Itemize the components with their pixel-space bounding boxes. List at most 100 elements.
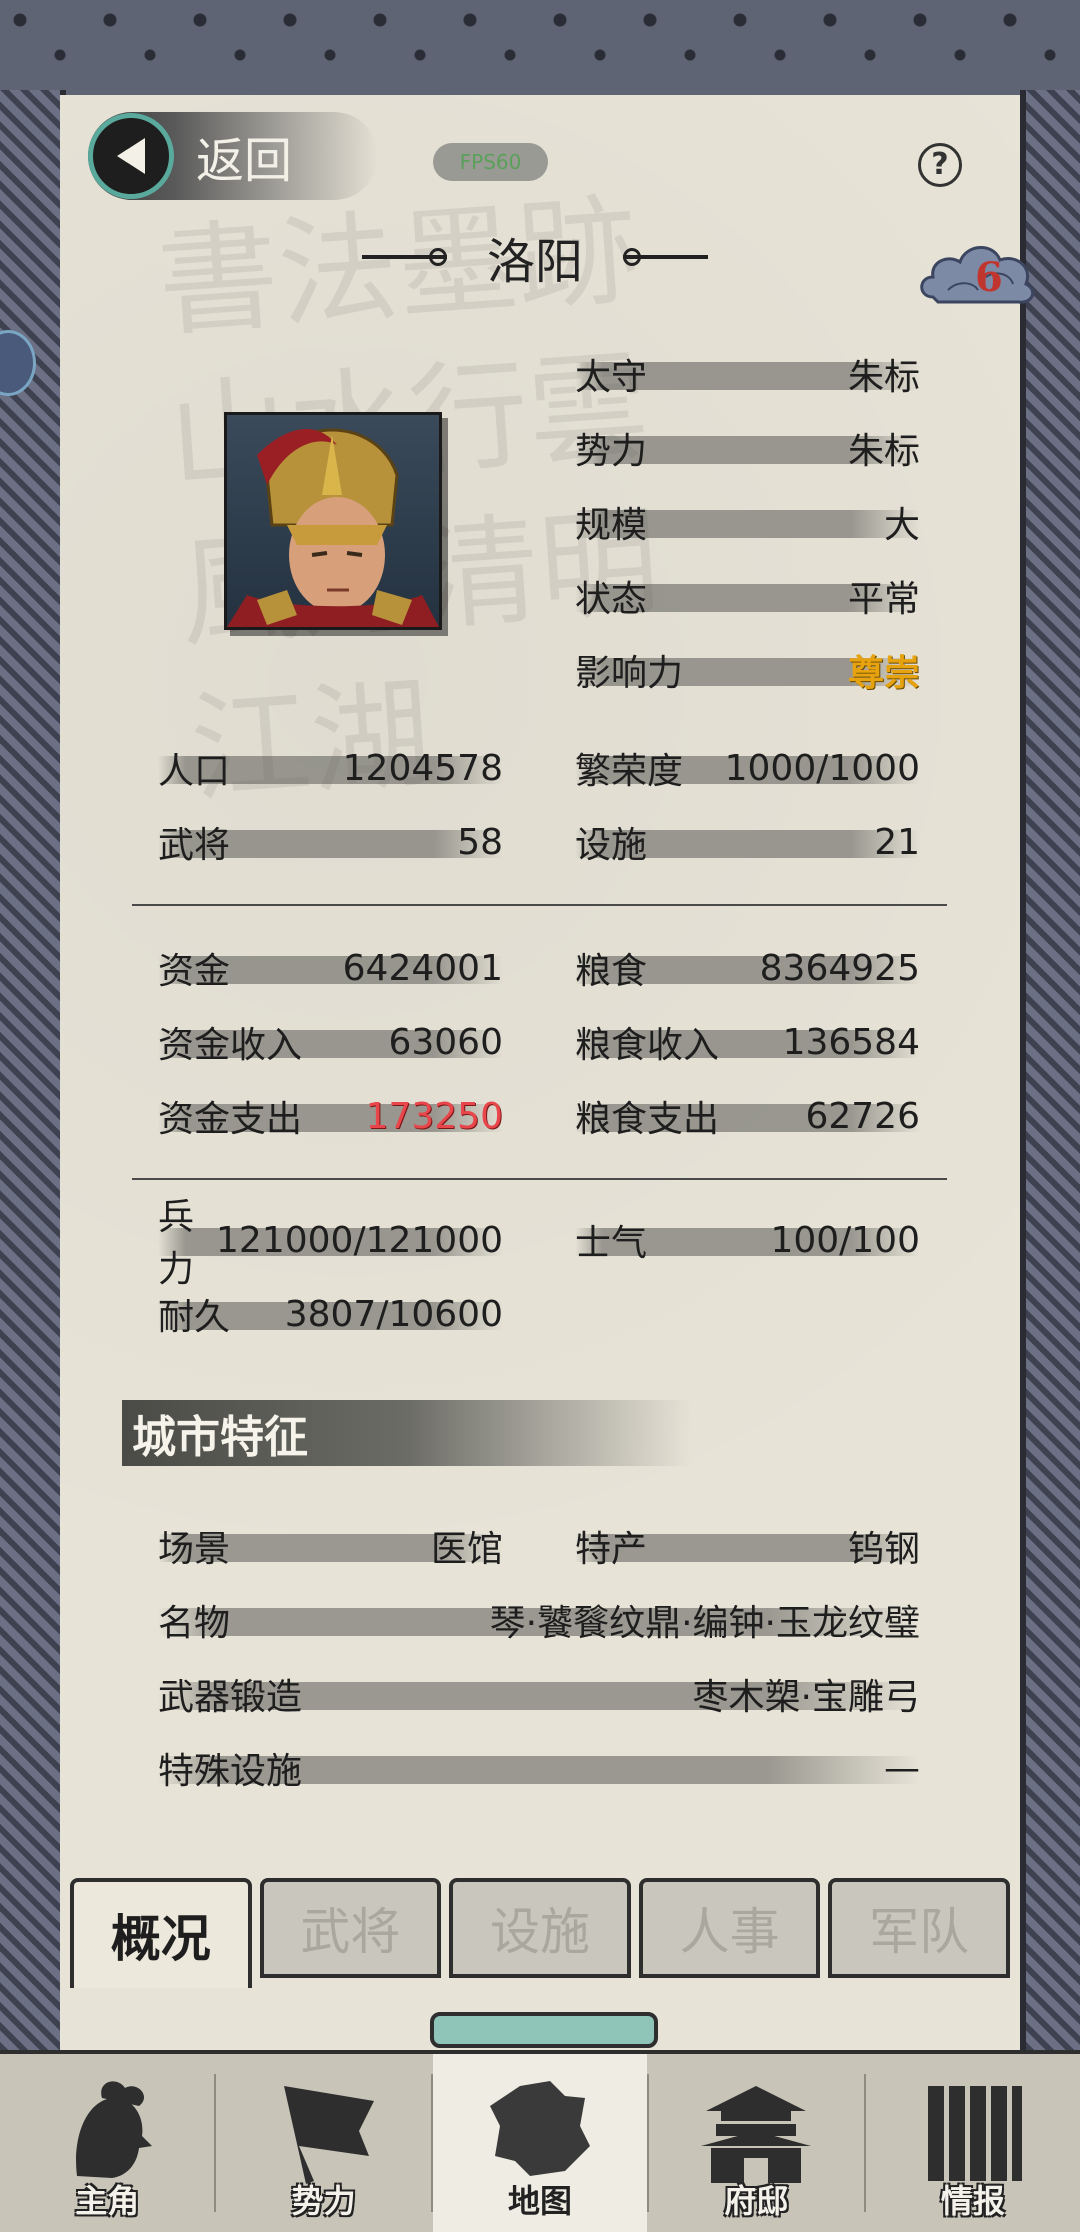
food-income-row: 粮食收入 136584 xyxy=(575,1016,920,1068)
food-row: 粮食 8364925 xyxy=(575,942,920,994)
row-value: 枣木槊·宝雕弓 xyxy=(692,1677,920,1718)
row-value: 朱标 xyxy=(847,431,920,472)
general-helmet-icon xyxy=(227,428,439,627)
row-label: 资金收入 xyxy=(158,1025,303,1066)
row-label: 武器锻造 xyxy=(158,1677,303,1718)
nav-intel[interactable]: 情报 xyxy=(866,2054,1080,2232)
back-label: 返回 xyxy=(196,133,293,189)
row-value: 136584 xyxy=(782,1021,920,1063)
row-value: 8364925 xyxy=(759,947,920,989)
row-label: 名物 xyxy=(158,1603,231,1644)
nav-protagonist[interactable]: 主角 xyxy=(0,2054,214,2232)
city-features-header: 城市特征 xyxy=(122,1400,692,1466)
row-label: 势力 xyxy=(575,431,648,472)
row-label: 兵力 xyxy=(158,1197,195,1290)
nav-label: 势力 xyxy=(291,2182,356,2220)
influence-row: 影响力 尊崇 xyxy=(575,644,920,696)
scale-row: 规模 大 xyxy=(575,496,920,548)
row-label: 人口 xyxy=(158,751,231,792)
row-value: 6424001 xyxy=(342,947,503,989)
row-value: 1204578 xyxy=(342,747,503,789)
row-label: 特产 xyxy=(575,1529,648,1570)
nav-label: 主角 xyxy=(75,2182,140,2220)
tab-personnel[interactable]: 人事 xyxy=(638,1878,821,1978)
morale-row: 士气 100/100 xyxy=(575,1214,920,1266)
food-expense-row: 粮食支出 62726 xyxy=(575,1090,920,1142)
row-label: 粮食支出 xyxy=(575,1099,720,1140)
governor-portrait[interactable] xyxy=(224,412,442,630)
scene-row: 场景 医馆 xyxy=(158,1520,503,1572)
troops-row: 兵力 121000/121000 xyxy=(158,1197,503,1290)
nav-label: 府邸 xyxy=(724,2182,789,2220)
bottom-navigation: 主角 势力 地图 府邸 情报 xyxy=(0,2050,1080,2232)
row-value: 63060 xyxy=(388,1021,503,1063)
tab-facilities[interactable]: 设施 xyxy=(449,1878,631,1978)
row-value: 62726 xyxy=(805,1095,920,1137)
row-label: 状态 xyxy=(575,579,648,620)
special-facility-row: 特殊设施 — xyxy=(158,1742,920,1794)
funds-expense-row: 资金支出 173250 xyxy=(158,1090,503,1142)
influence-value: 尊崇 xyxy=(847,653,920,694)
nav-label: 情报 xyxy=(940,2182,1005,2220)
tab-overview[interactable]: 概况 xyxy=(70,1878,252,1988)
governor-row: 太守 朱标 xyxy=(575,348,920,400)
back-arrow-icon xyxy=(88,113,174,199)
row-value: 钨钢 xyxy=(847,1529,920,1570)
row-value: 58 xyxy=(457,821,503,863)
nav-mansion[interactable]: 府邸 xyxy=(649,2054,863,2232)
cloud-badge[interactable]: 6 xyxy=(918,232,1038,317)
row-value: 3807/10600 xyxy=(284,1293,503,1335)
prosperity-row: 繁荣度 1000/1000 xyxy=(575,742,920,794)
page-title: 洛阳 xyxy=(486,234,583,290)
row-value: 医馆 xyxy=(430,1529,503,1570)
row-value: 21 xyxy=(874,821,920,863)
famous-items-row: 名物 琴·饕餮纹鼎·编钟·玉龙纹璧 xyxy=(158,1594,920,1646)
specialty-row: 特产 钨钢 xyxy=(575,1520,920,1572)
warrior-head-icon xyxy=(76,2081,153,2178)
flag-icon xyxy=(283,2086,374,2184)
durability-row: 耐久 3807/10600 xyxy=(158,1288,503,1340)
row-label: 粮食收入 xyxy=(575,1025,720,1066)
help-icon[interactable]: ? xyxy=(918,143,962,187)
fps-indicator: FPS60 xyxy=(433,143,548,181)
row-value: 121000/121000 xyxy=(216,1219,503,1261)
weapon-forge-row: 武器锻造 枣木槊·宝雕弓 xyxy=(158,1668,920,1720)
row-label: 士气 xyxy=(575,1223,648,1264)
population-row: 人口 1204578 xyxy=(158,742,503,794)
generals-row: 武将 58 xyxy=(158,816,503,868)
funds-expense-value: 173250 xyxy=(365,1095,503,1137)
tab-army[interactable]: 军队 xyxy=(828,1878,1010,1978)
right-decorative-border xyxy=(1020,90,1080,2050)
row-value: 朱标 xyxy=(847,357,920,398)
title-ornament-right xyxy=(623,248,708,266)
divider xyxy=(132,1178,947,1180)
status-row: 状态 平常 xyxy=(575,570,920,622)
row-label: 特殊设施 xyxy=(158,1751,303,1792)
row-label: 粮食 xyxy=(575,951,648,992)
row-label: 资金 xyxy=(158,951,231,992)
row-value: 100/100 xyxy=(770,1219,920,1261)
row-label: 武将 xyxy=(158,825,231,866)
funds-row: 资金 6424001 xyxy=(158,942,503,994)
divider xyxy=(132,904,947,906)
tab-generals[interactable]: 武将 xyxy=(259,1878,442,1978)
city-tabs: 概况 武将 设施 人事 军队 xyxy=(70,1878,1010,1988)
city-title-bar: 洛阳 xyxy=(320,222,750,292)
row-label: 规模 xyxy=(575,505,648,546)
facilities-row: 设施 21 xyxy=(575,816,920,868)
row-label: 设施 xyxy=(575,825,648,866)
row-label: 场景 xyxy=(158,1529,231,1570)
map-scroll-ornament xyxy=(430,2012,658,2048)
row-label: 繁荣度 xyxy=(575,751,684,792)
faction-row: 势力 朱标 xyxy=(575,422,920,474)
badge-count: 6 xyxy=(975,254,1003,301)
map-icon xyxy=(490,2081,591,2176)
palace-icon xyxy=(701,2086,812,2183)
row-label: 资金支出 xyxy=(158,1099,303,1140)
bamboo-scroll-icon xyxy=(927,2086,1022,2181)
row-value: 平常 xyxy=(847,579,920,620)
back-button[interactable]: 返回 xyxy=(88,112,378,200)
row-label: 影响力 xyxy=(575,653,684,694)
nav-faction[interactable]: 势力 xyxy=(216,2054,430,2232)
nav-map[interactable]: 地图 xyxy=(432,2054,648,2232)
